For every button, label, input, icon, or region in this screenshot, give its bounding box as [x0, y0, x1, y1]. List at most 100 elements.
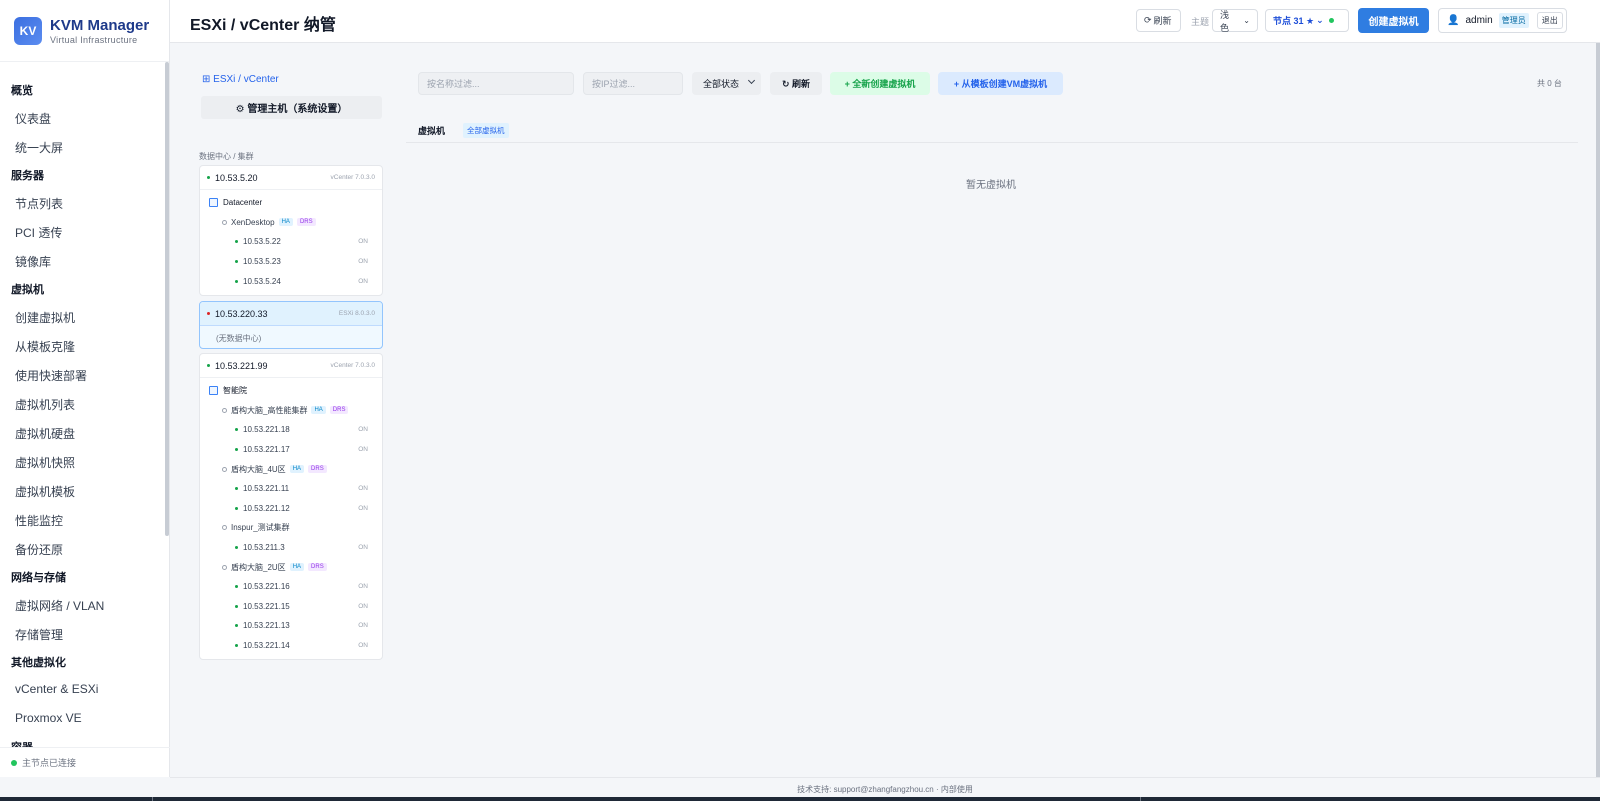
sidebar-item[interactable]: PCI 透传: [0, 217, 166, 246]
cluster-node[interactable]: 盾构大脑_2U区 HA DRS: [200, 557, 382, 577]
datacenter-name: 智能院: [223, 386, 247, 396]
esxi-host-ip: 10.53.221.16: [243, 582, 290, 592]
sidebar-item[interactable]: Proxmox VE: [0, 704, 166, 733]
sidebar-scrollbar[interactable]: [165, 62, 169, 536]
sidebar-item[interactable]: 仪表盘: [0, 103, 166, 132]
datacenter-name: Datacenter: [223, 198, 263, 208]
datacenter-section-label: 数据中心 / 集群: [199, 152, 254, 161]
connection-status-text: 主节点已连接: [22, 758, 77, 768]
host-version: vCenter 7.0.3.0: [330, 362, 375, 369]
manage-hosts-button[interactable]: ⚙ 管理主机（系统设置）: [201, 96, 382, 119]
host-name: 10.53.220.33: [215, 308, 268, 319]
logout-button[interactable]: 退出: [1536, 12, 1563, 29]
cluster-node[interactable]: 盾构大脑_高性能集群 HA DRS: [200, 401, 382, 421]
sidebar-item[interactable]: 虚拟机硬盘: [0, 418, 166, 447]
sidebar-item[interactable]: 镜像库: [0, 246, 166, 275]
host-name: 10.53.221.99: [215, 360, 268, 371]
esxi-host-node[interactable]: 10.53.221.13 ON: [200, 616, 382, 636]
esxi-host-node[interactable]: 10.53.221.18 ON: [200, 420, 382, 440]
datacenter-node[interactable]: 智能院: [200, 381, 382, 401]
sidebar-item[interactable]: 备份还原: [0, 534, 166, 563]
app-logo: KV: [14, 16, 42, 45]
sidebar-item[interactable]: vCenter & ESXi: [0, 675, 166, 704]
esxi-host-state: ON: [358, 622, 368, 630]
name-filter-input[interactable]: 按名称过滤...: [418, 72, 574, 95]
cluster-node[interactable]: 盾构大脑_4U区 HA DRS: [200, 459, 382, 479]
esxi-host-node[interactable]: 10.53.5.22 ON: [200, 232, 382, 252]
esxi-host-ip: 10.53.221.17: [243, 445, 290, 455]
vm-refresh-button[interactable]: ↻ 刷新: [770, 72, 822, 95]
esxi-host-state: ON: [358, 544, 368, 552]
sidebar-item[interactable]: 虚拟机列表: [0, 389, 166, 418]
ha-badge: HA: [311, 406, 326, 415]
connection-status: 主节点已连接: [0, 747, 170, 777]
cluster-icon: [222, 564, 227, 570]
sidebar-item[interactable]: 虚拟网络 / VLAN: [0, 590, 166, 619]
breadcrumb-label: ESXi / vCenter: [213, 74, 279, 85]
esxi-host-ip: 10.53.211.3: [243, 543, 285, 553]
chevron-down-icon: ⌄: [1243, 16, 1250, 25]
cluster-icon: [222, 466, 227, 472]
tab-all-vms[interactable]: 全部虚拟机: [463, 123, 509, 138]
template-vm-button[interactable]: + 从模板创建VM虚拟机: [938, 72, 1063, 95]
refresh-icon: ⟳: [1144, 15, 1152, 25]
esxi-host-ip: 10.53.5.24: [243, 276, 281, 286]
host-status-dot-icon: [207, 364, 210, 367]
status-filter-select[interactable]: 全部状态: [692, 72, 761, 95]
ha-badge: HA: [289, 563, 305, 572]
esxi-host-node[interactable]: 10.53.5.24 ON: [200, 271, 382, 291]
role-badge: 管理员: [1498, 13, 1529, 28]
host-online-dot-icon: [235, 240, 238, 244]
sidebar-item[interactable]: 使用快速部署: [0, 360, 166, 389]
nav-group-label: 网络与存储: [11, 572, 66, 584]
esxi-host-node[interactable]: 10.53.211.3 ON: [200, 538, 382, 558]
host-name: 10.53.5.20: [215, 172, 258, 183]
sidebar-item[interactable]: 节点列表: [0, 188, 166, 217]
drs-badge: DRS: [308, 465, 327, 474]
empty-state: 暂无虚拟机: [966, 180, 1016, 191]
esxi-host-ip: 10.53.221.12: [243, 503, 290, 513]
page-scrollbar[interactable]: [1596, 43, 1600, 777]
cluster-node[interactable]: Inspur_测试集群: [200, 518, 382, 538]
host-online-dot-icon: [235, 448, 238, 452]
esxi-host-node[interactable]: 10.53.221.12 ON: [200, 499, 382, 519]
host-card[interactable]: 10.53.221.99 vCenter 7.0.3.0 智能院 盾构大脑_高性…: [199, 353, 383, 661]
host-card-header[interactable]: 10.53.220.33 ESXi 8.0.3.0: [200, 302, 382, 326]
esxi-host-node[interactable]: 10.53.221.17 ON: [200, 440, 382, 460]
host-card[interactable]: 10.53.5.20 vCenter 7.0.3.0 Datacenter Xe…: [199, 165, 383, 296]
esxi-host-node[interactable]: 10.53.221.11 ON: [200, 479, 382, 499]
sidebar-item[interactable]: 性能监控: [0, 505, 166, 534]
cluster-name: Inspur_测试集群: [231, 523, 290, 533]
tab-vm[interactable]: 虚拟机: [418, 124, 445, 137]
new-vm-button[interactable]: + 全新创建虚拟机: [830, 72, 930, 95]
chevron-down-icon: [747, 76, 756, 85]
drs-badge: DRS: [329, 406, 349, 415]
host-version: ESXi 8.0.3.0: [338, 310, 375, 317]
node-selector[interactable]: 节点 31 ★ ⌄: [1265, 9, 1349, 32]
theme-select[interactable]: 浅色 ⌄: [1212, 9, 1258, 33]
esxi-host-ip: 10.53.5.22: [243, 237, 281, 247]
cluster-node[interactable]: XenDesktop HA DRS: [200, 213, 382, 233]
sidebar-item[interactable]: 从模板克隆: [0, 331, 166, 360]
host-card-header[interactable]: 10.53.221.99 vCenter 7.0.3.0: [200, 354, 382, 378]
sidebar-item[interactable]: 虚拟机模板: [0, 476, 166, 505]
sidebar-item[interactable]: 存储管理: [0, 619, 166, 648]
esxi-host-node[interactable]: 10.53.221.16 ON: [200, 577, 382, 597]
brand[interactable]: KV KVM Manager Virtual Infrastructure: [0, 0, 169, 62]
ha-badge: HA: [278, 218, 293, 227]
sidebar-item[interactable]: 统一大屏: [0, 132, 166, 161]
esxi-host-node[interactable]: 10.53.221.15 ON: [200, 597, 382, 617]
datacenter-node[interactable]: Datacenter: [200, 193, 382, 213]
host-card[interactable]: 10.53.220.33 ESXi 8.0.3.0 (无数据中心): [199, 301, 383, 349]
refresh-button[interactable]: ⟳ 刷新: [1136, 9, 1181, 32]
sidebar-item[interactable]: 虚拟机快照: [0, 447, 166, 476]
esxi-host-node[interactable]: 10.53.5.23 ON: [200, 252, 382, 272]
host-online-dot-icon: [235, 428, 238, 432]
breadcrumb[interactable]: ⊞ ESXi / vCenter: [202, 74, 279, 85]
esxi-host-node[interactable]: 10.53.221.14 ON: [200, 636, 382, 656]
chevron-down-icon: ⌄: [1316, 15, 1324, 25]
ip-filter-input[interactable]: 按IP过滤...: [583, 72, 683, 95]
host-card-header[interactable]: 10.53.5.20 vCenter 7.0.3.0: [200, 166, 382, 190]
sidebar-item[interactable]: 创建虚拟机: [0, 302, 166, 331]
create-vm-button[interactable]: 创建虚拟机: [1358, 8, 1429, 33]
